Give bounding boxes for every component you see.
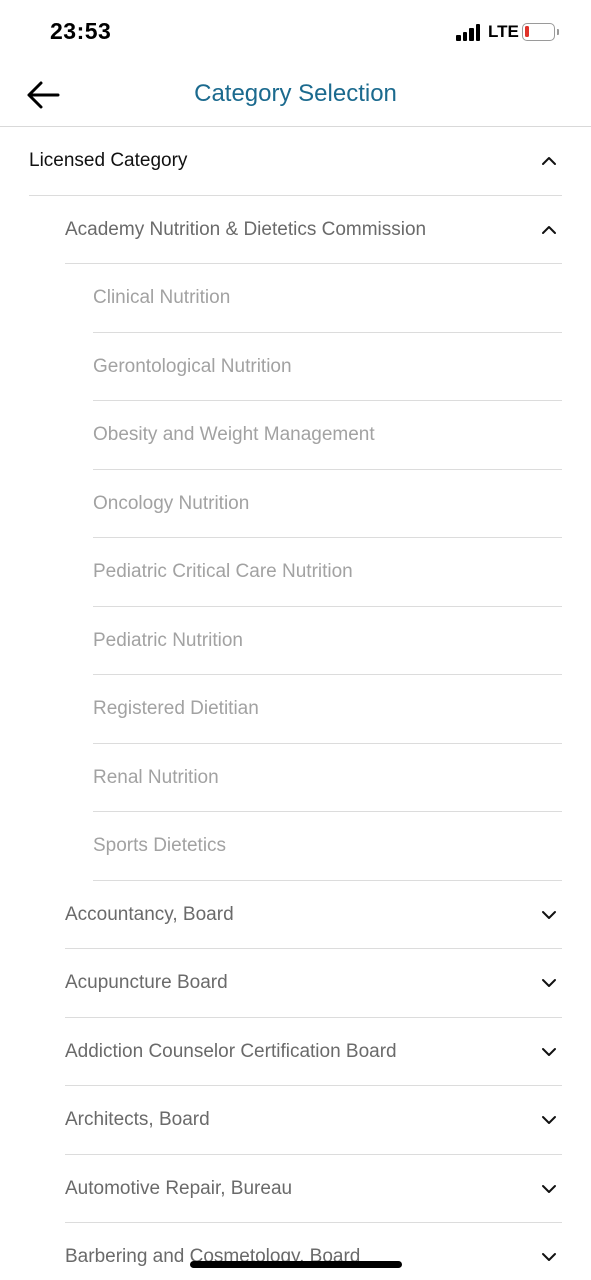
chevron-down-icon (542, 910, 556, 919)
category-item-label: Clinical Nutrition (93, 287, 231, 309)
status-bar: 23:53 LTE (0, 0, 591, 62)
category-item[interactable]: Pediatric Nutrition (93, 607, 562, 676)
category-item[interactable]: Renal Nutrition (93, 744, 562, 813)
category-group-label: Accountancy, Board (65, 903, 234, 925)
category-group-label: Addiction Counselor Certification Board (65, 1040, 397, 1062)
category-group[interactable]: Architects, Board (65, 1086, 562, 1155)
category-item-label: Sports Dietetics (93, 835, 227, 857)
category-group-label: Acupuncture Board (65, 972, 228, 994)
chevron-down-icon (542, 1047, 556, 1056)
category-item-label: Registered Dietitian (93, 698, 259, 720)
category-root-licensed-label: Licensed Category (29, 150, 188, 172)
category-group[interactable]: Academy Nutrition & Dietetics Commission (65, 196, 562, 265)
category-item-label: Pediatric Nutrition (93, 629, 243, 651)
screen: 23:53 LTE Category Selection Licensed Ca… (0, 0, 591, 1280)
category-item[interactable]: Registered Dietitian (93, 675, 562, 744)
page-title: Category Selection (194, 80, 397, 107)
chevron-up-icon (542, 225, 556, 234)
category-item[interactable]: Oncology Nutrition (93, 470, 562, 539)
category-item[interactable]: Clinical Nutrition (93, 264, 562, 333)
category-group[interactable]: Accountancy, Board (65, 881, 562, 950)
category-group-label: Architects, Board (65, 1109, 210, 1131)
category-group[interactable]: Acupuncture Board (65, 949, 562, 1018)
battery-icon (522, 23, 555, 41)
category-root-licensed[interactable]: Licensed Category (29, 127, 562, 196)
category-group[interactable]: Automotive Repair, Bureau (65, 1155, 562, 1224)
category-item-label: Gerontological Nutrition (93, 355, 292, 377)
category-group-label: Academy Nutrition & Dietetics Commission (65, 218, 427, 240)
category-item-label: Obesity and Weight Management (93, 424, 375, 446)
category-group[interactable]: Barbering and Cosmetology, Board (65, 1223, 562, 1280)
category-item[interactable]: Pediatric Critical Care Nutrition (93, 538, 562, 607)
home-indicator (190, 1261, 402, 1268)
status-time: 23:53 (50, 18, 112, 44)
signal-icon (456, 23, 482, 41)
chevron-up-icon (542, 157, 556, 166)
category-item-label: Renal Nutrition (93, 766, 219, 788)
category-item[interactable]: Sports Dietetics (93, 812, 562, 881)
category-item-label: Oncology Nutrition (93, 492, 250, 514)
category-item[interactable]: Obesity and Weight Management (93, 401, 562, 470)
nav-bar: Category Selection (0, 62, 591, 127)
category-group[interactable]: Addiction Counselor Certification Board (65, 1018, 562, 1087)
chevron-down-icon (542, 979, 556, 988)
chevron-down-icon (542, 1253, 556, 1262)
category-item[interactable]: Gerontological Nutrition (93, 333, 562, 402)
chevron-down-icon (542, 1116, 556, 1125)
network-type: LTE (488, 22, 519, 41)
category-group-label: Automotive Repair, Bureau (65, 1177, 293, 1199)
chevron-down-icon (542, 1184, 556, 1193)
category-item-label: Pediatric Critical Care Nutrition (93, 561, 353, 583)
